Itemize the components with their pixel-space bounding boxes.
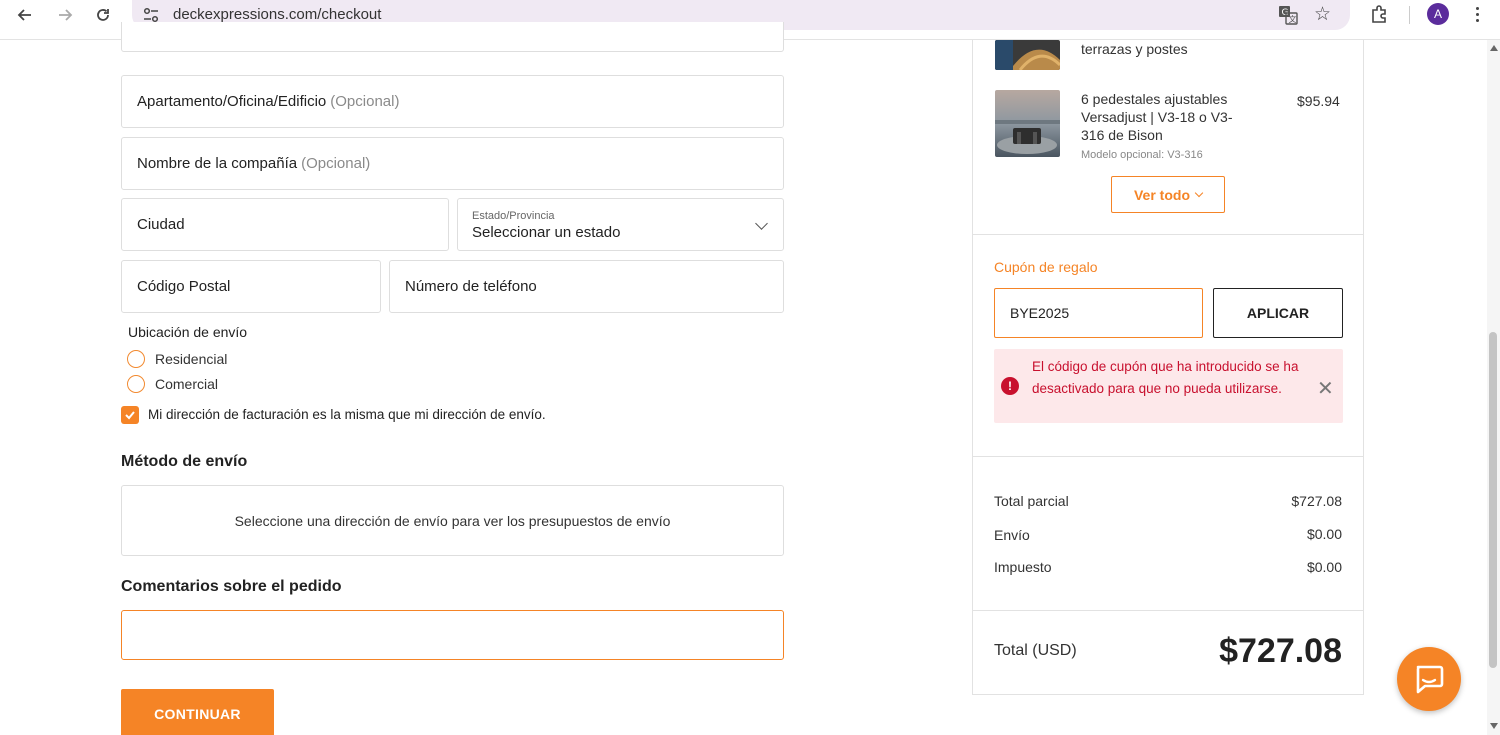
state-select[interactable]: Estado/Provincia Seleccionar un estado bbox=[457, 198, 784, 251]
error-icon: ! bbox=[1001, 377, 1019, 395]
divider bbox=[973, 456, 1363, 457]
comments-heading: Comentarios sobre el pedido bbox=[121, 578, 342, 595]
shipping-method-message: Seleccione una dirección de envío para v… bbox=[234, 512, 671, 529]
scrollbar-thumb[interactable] bbox=[1489, 332, 1497, 668]
coupon-input[interactable]: BYE2025 bbox=[994, 288, 1203, 338]
total-label: Total (USD) bbox=[994, 642, 1077, 659]
coupon-error-alert: ! El código de cupón que ha introducido … bbox=[994, 349, 1343, 423]
product-title-1: terrazas y postes bbox=[1081, 41, 1188, 57]
product-subtitle-2: Modelo opcional: V3-316 bbox=[1081, 149, 1203, 161]
scroll-down-icon[interactable] bbox=[1490, 723, 1498, 729]
chevron-down-icon bbox=[1194, 188, 1204, 198]
chat-button[interactable] bbox=[1397, 647, 1461, 711]
apartment-field[interactable]: Apartamento/Oficina/Edificio (Opcional) bbox=[121, 75, 784, 128]
radio-commercial-label[interactable]: Comercial bbox=[155, 376, 218, 392]
product-title-2: 6 pedestales ajustables Versadjust | V3-… bbox=[1081, 91, 1233, 143]
shipping-location-label: Ubicación de envío bbox=[128, 324, 248, 340]
postal-code-label: Código Postal bbox=[137, 278, 231, 295]
phone-field[interactable]: Número de teléfono bbox=[389, 260, 784, 313]
billing-same-label[interactable]: Mi dirección de facturación es la misma … bbox=[148, 407, 546, 422]
chat-icon bbox=[1416, 665, 1444, 694]
company-label: Nombre de la compañía bbox=[137, 155, 298, 172]
close-icon[interactable]: ✕ bbox=[1317, 376, 1334, 401]
scroll-up-icon[interactable] bbox=[1490, 45, 1498, 51]
url-text[interactable]: deckexpressions.com/checkout bbox=[173, 6, 381, 23]
view-all-label: Ver todo bbox=[1133, 186, 1190, 203]
product-price-2: $95.94 bbox=[1297, 93, 1340, 109]
address-field-partial[interactable] bbox=[121, 22, 784, 52]
postal-code-field[interactable]: Código Postal bbox=[121, 260, 381, 313]
chevron-down-icon bbox=[755, 217, 768, 230]
city-field[interactable]: Ciudad bbox=[121, 198, 449, 251]
translate-icon[interactable]: G文 bbox=[1277, 4, 1299, 26]
shipping-method-heading: Método de envío bbox=[121, 453, 248, 470]
divider bbox=[973, 610, 1363, 611]
reload-icon[interactable] bbox=[90, 4, 116, 26]
comments-input[interactable] bbox=[121, 610, 784, 660]
shipping-value: $0.00 bbox=[1306, 526, 1342, 542]
radio-residential[interactable] bbox=[127, 350, 145, 368]
forward-icon[interactable] bbox=[52, 4, 78, 26]
avatar[interactable]: A bbox=[1427, 3, 1449, 25]
city-label: Ciudad bbox=[137, 216, 185, 233]
total-value: $727.08 bbox=[1219, 632, 1342, 670]
tax-value: $0.00 bbox=[1306, 559, 1342, 575]
radio-commercial[interactable] bbox=[127, 375, 145, 393]
apartment-optional: (Opcional) bbox=[330, 93, 400, 110]
divider bbox=[973, 234, 1363, 235]
view-all-button[interactable]: Ver todo bbox=[1111, 176, 1225, 213]
phone-label: Número de teléfono bbox=[405, 278, 537, 295]
checkmark-icon bbox=[125, 411, 135, 420]
coupon-value: BYE2025 bbox=[1010, 305, 1070, 321]
state-value: Seleccionar un estado bbox=[472, 224, 621, 241]
back-icon[interactable] bbox=[12, 4, 38, 26]
tax-label: Impuesto bbox=[994, 559, 1052, 575]
apartment-label: Apartamento/Oficina/Edificio bbox=[137, 93, 327, 110]
star-icon[interactable]: ☆ bbox=[1314, 3, 1331, 26]
state-small-label: Estado/Provincia bbox=[472, 210, 555, 222]
company-optional: (Opcional) bbox=[301, 155, 371, 172]
continue-button[interactable]: CONTINUAR bbox=[121, 689, 274, 735]
extensions-icon[interactable] bbox=[1368, 3, 1390, 25]
svg-text:文: 文 bbox=[1289, 14, 1297, 24]
shipping-label: Envío bbox=[994, 527, 1030, 543]
apply-coupon-button[interactable]: APLICAR bbox=[1213, 288, 1343, 338]
coupon-label: Cupón de regalo bbox=[994, 259, 1098, 275]
radio-residential-label[interactable]: Residencial bbox=[155, 351, 227, 367]
product-thumbnail-2[interactable] bbox=[995, 90, 1060, 157]
subtotal-value: $727.08 bbox=[1291, 493, 1342, 509]
shipping-method-box: Seleccione una dirección de envío para v… bbox=[121, 485, 784, 556]
subtotal-label: Total parcial bbox=[994, 493, 1069, 509]
billing-same-checkbox[interactable] bbox=[121, 406, 139, 424]
toolbar-divider bbox=[1409, 6, 1410, 24]
company-field[interactable]: Nombre de la compañía (Opcional) bbox=[121, 137, 784, 190]
page-scrollbar[interactable] bbox=[1487, 40, 1500, 735]
product-thumbnail-1[interactable] bbox=[995, 40, 1060, 70]
coupon-error-message: El código de cupón que ha introducido se… bbox=[1032, 359, 1299, 396]
menu-icon[interactable] bbox=[1468, 3, 1486, 25]
